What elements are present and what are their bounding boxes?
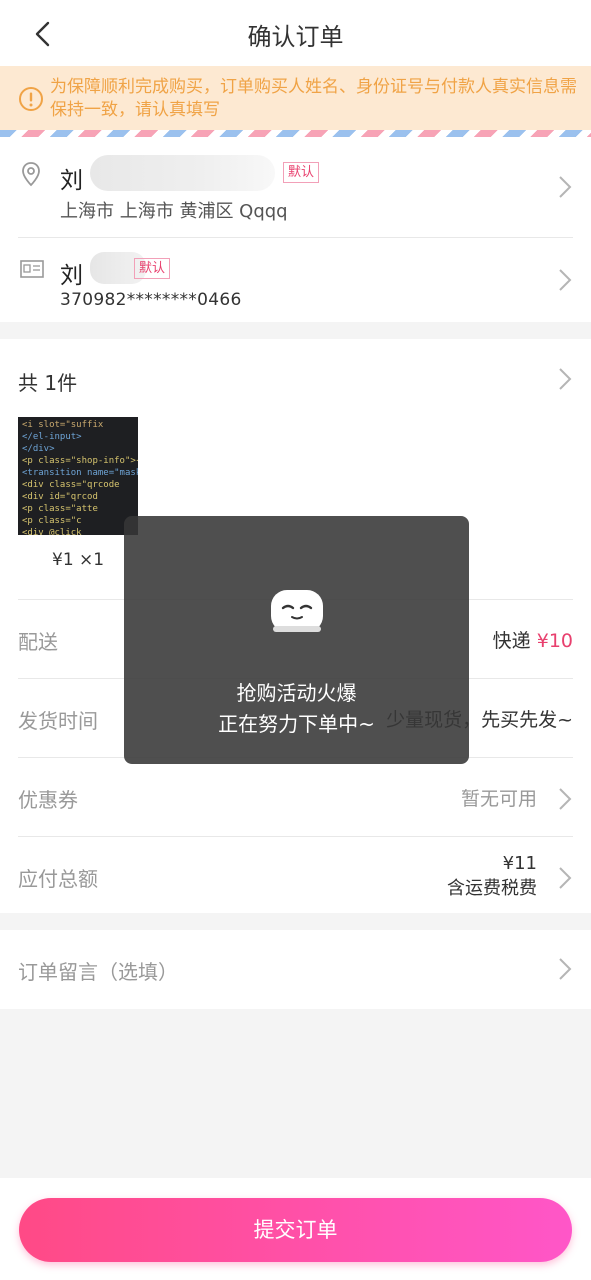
code-line: </el-input>: [22, 432, 82, 442]
price-quantity: ¥1 ×1: [52, 550, 105, 570]
default-tag: 默认: [134, 258, 171, 279]
delivery-value: 快递 ¥10: [493, 626, 573, 653]
info-icon: [19, 87, 43, 111]
chevron-right-icon[interactable]: [557, 174, 573, 200]
code-line: <i slot="suffix: [22, 420, 104, 430]
total-value: ¥11 含运费税费: [447, 851, 537, 901]
id-card-icon: [20, 260, 44, 278]
toast-message-1: 抢购活动火爆: [236, 681, 357, 705]
chevron-right-icon[interactable]: [557, 267, 573, 293]
code-line: <div @click: [22, 528, 82, 535]
submit-order-button[interactable]: 提交订单: [19, 1198, 572, 1262]
nav-header: 确认订单: [0, 0, 591, 66]
chevron-right-icon[interactable]: [557, 366, 573, 392]
ship-time-label: 发货时间: [18, 709, 98, 733]
product-thumbnail[interactable]: <i slot="suffix </el-input> </div> <p cl…: [18, 417, 138, 535]
total-amount: ¥11: [502, 853, 537, 874]
code-line: <p class="c: [22, 516, 82, 526]
notice-banner: 为保障顺利完成购买，订单购买人姓名、身份证号与付款人真实信息需保持一致，请认真填…: [0, 66, 591, 130]
toast-message-2: 正在努力下单中~: [218, 712, 375, 736]
coupon-row[interactable]: 优惠券 暂无可用: [18, 757, 573, 836]
chevron-right-icon[interactable]: [557, 956, 573, 982]
goods-count-row[interactable]: 共 1件: [0, 339, 591, 419]
address-card: 刘 默认 上海市 上海市 黄浦区 Qqqq 刘 默认 370982*******…: [0, 137, 591, 322]
code-line: <transition name="mask: [22, 468, 138, 478]
footer-bar: 提交订单: [0, 1178, 591, 1280]
delivery-method: 快递: [492, 630, 531, 652]
total-note: 含运费税费: [447, 878, 537, 899]
mascot-icon: [271, 590, 323, 632]
code-line: <p class="shop-info">{: [22, 456, 138, 466]
id-number: 370982********0466: [60, 290, 242, 310]
address-detail: 上海市 上海市 黄浦区 Qqqq: [60, 201, 288, 222]
decorative-stripe: [0, 130, 591, 137]
recipient-name: 刘: [60, 168, 83, 194]
page-title: 确认订单: [247, 23, 344, 51]
address-row[interactable]: 刘 默认 上海市 上海市 黄浦区 Qqqq: [0, 137, 591, 237]
loading-toast: 抢购活动火爆 正在努力下单中~: [124, 516, 469, 764]
notice-text: 为保障顺利完成购买，订单购买人姓名、身份证号与付款人真实信息需保持一致，请认真填…: [50, 77, 577, 120]
code-line: <p class="atte: [22, 504, 98, 514]
location-pin-icon: [22, 162, 40, 187]
identity-name: 刘: [60, 263, 83, 289]
code-line: </div>: [22, 444, 55, 454]
coupon-value: 暂无可用: [460, 788, 537, 810]
blurred-name: [90, 155, 275, 191]
code-line: <div id="qrcod: [22, 492, 98, 502]
delivery-label: 配送: [18, 630, 58, 654]
total-row[interactable]: 应付总额 ¥11 含运费税费: [18, 836, 573, 915]
remark-row[interactable]: 订单留言（选填）: [0, 930, 591, 1009]
identity-row[interactable]: 刘 默认 370982********0466: [18, 237, 573, 322]
delivery-fee: ¥10: [536, 630, 573, 652]
goods-count: 共 1件: [18, 371, 78, 395]
coupon-label: 优惠券: [18, 788, 78, 812]
chevron-right-icon[interactable]: [557, 865, 573, 891]
chevron-right-icon[interactable]: [557, 786, 573, 812]
default-tag: 默认: [283, 162, 320, 183]
remark-label: 订单留言（选填）: [18, 960, 178, 984]
code-line: <div class="qrcode: [22, 480, 120, 490]
total-label: 应付总额: [18, 867, 98, 891]
